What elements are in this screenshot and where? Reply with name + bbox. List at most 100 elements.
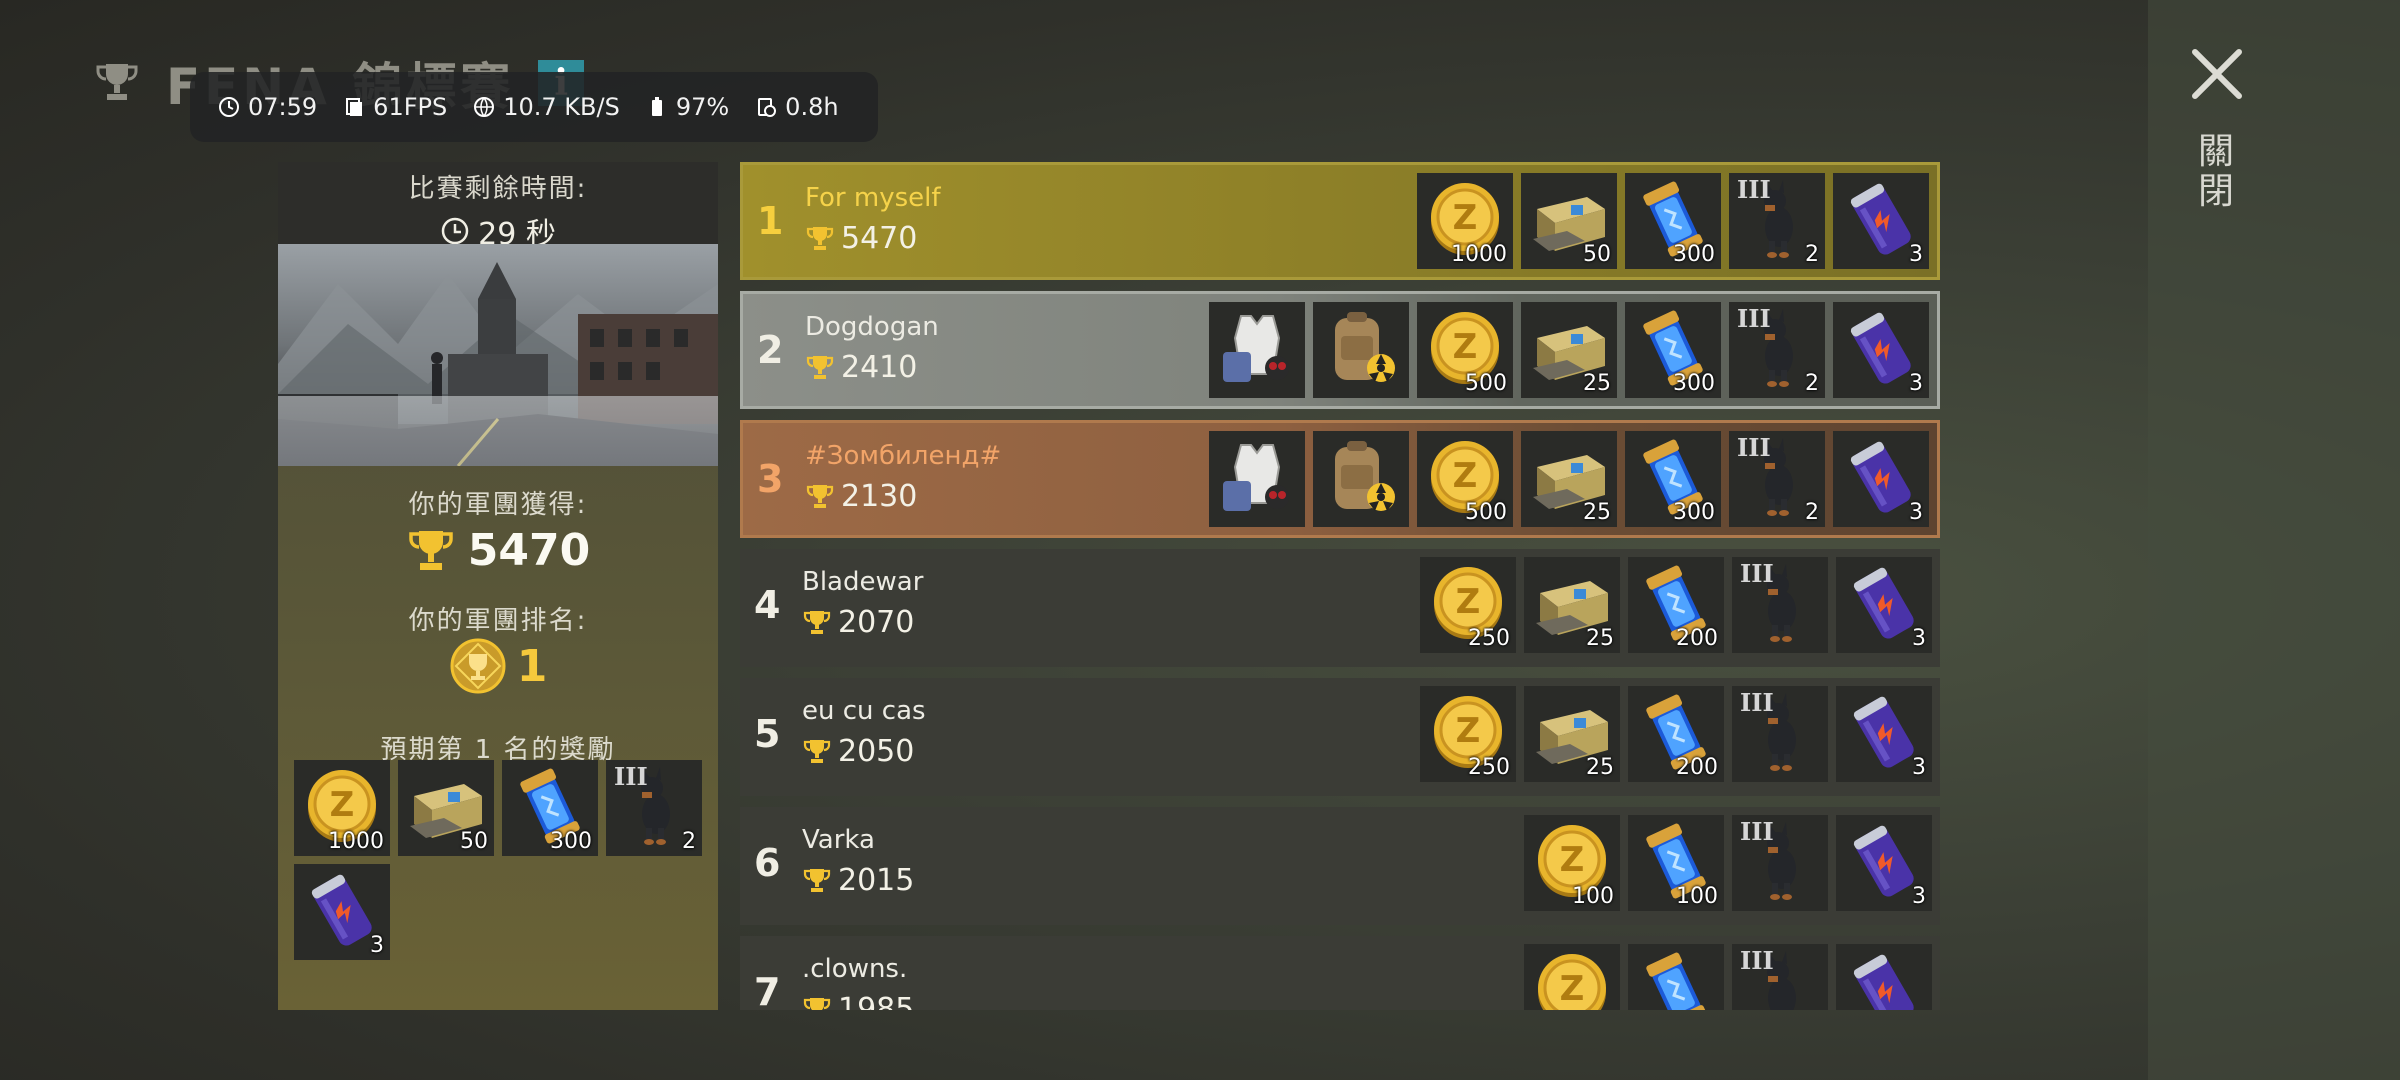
- gold-coin-icon: Z: [1538, 954, 1606, 1010]
- expected-reward-grid: Z 1000 50 300 III 2 3: [294, 760, 704, 960]
- legion-name: Dogdogan: [805, 312, 939, 342]
- reward-quantity: 100: [1572, 884, 1614, 909]
- reward-item[interactable]: [1628, 944, 1724, 1010]
- reward-item[interactable]: 25: [1521, 302, 1617, 398]
- legion-name: Varka: [802, 825, 875, 855]
- reward-item[interactable]: Z 500: [1417, 431, 1513, 527]
- reward-item[interactable]: 50: [1521, 173, 1617, 269]
- army-rank: 1: [278, 637, 718, 695]
- reward-item[interactable]: 3: [1836, 686, 1932, 782]
- legion-score-value: 5470: [841, 221, 918, 256]
- reward-item[interactable]: [1209, 431, 1305, 527]
- row-reward-list: Z 1000 50 300 III 2 3: [1417, 173, 1929, 269]
- reward-quantity: 3: [1912, 626, 1926, 651]
- reward-item[interactable]: Z 250: [1420, 557, 1516, 653]
- reward-item[interactable]: 3: [1833, 173, 1929, 269]
- row-reward-list: Z 100 100 III 3: [1524, 815, 1932, 911]
- legion-score: 1985: [802, 992, 914, 1010]
- reward-item[interactable]: III 2: [1729, 173, 1825, 269]
- reward-quantity: 50: [1583, 242, 1611, 267]
- reward-item[interactable]: [1836, 944, 1932, 1010]
- leaderboard-row[interactable]: 2 Dogdogan 2410 Z 500 25 300 III 2 3: [740, 291, 1940, 409]
- legion-score: 2050: [802, 734, 914, 769]
- reward-item[interactable]: 300: [1625, 173, 1721, 269]
- reward-quantity: 1000: [1451, 242, 1507, 267]
- reward-item[interactable]: 3: [294, 864, 390, 960]
- legion-score-value: 2015: [838, 863, 915, 898]
- rank-number: 4: [754, 583, 781, 627]
- clock-icon: [441, 217, 469, 245]
- svg-text:Z: Z: [1456, 582, 1481, 622]
- reward-item[interactable]: Z 100: [1524, 815, 1620, 911]
- battery-stat: 97%: [646, 93, 729, 121]
- reward-item[interactable]: III: [1732, 944, 1828, 1010]
- reward-quantity: 500: [1465, 500, 1507, 525]
- trophy-icon: [803, 739, 831, 763]
- tier-label: III: [614, 762, 648, 791]
- reward-item[interactable]: 300: [1625, 302, 1721, 398]
- reward-item[interactable]: III 2: [1729, 431, 1825, 527]
- reward-item[interactable]: 25: [1524, 557, 1620, 653]
- reward-item[interactable]: 25: [1524, 686, 1620, 782]
- reward-quantity: 2: [682, 829, 696, 854]
- reward-item[interactable]: Z 1000: [1417, 173, 1513, 269]
- svg-text:Z: Z: [1453, 198, 1478, 238]
- trophy-icon: [803, 868, 831, 892]
- reward-item[interactable]: 25: [1521, 431, 1617, 527]
- reward-item[interactable]: Z: [1524, 944, 1620, 1010]
- reward-item[interactable]: 3: [1836, 815, 1932, 911]
- backpack-icon: [1335, 441, 1395, 511]
- usage-value: 0.8h: [785, 93, 839, 121]
- close-button-label[interactable]: 關閉: [2196, 132, 2236, 212]
- leaderboard-row[interactable]: 1 For myself 5470 Z 1000 50 300 III 2 3: [740, 162, 1940, 280]
- reward-item[interactable]: 3: [1833, 302, 1929, 398]
- tier-label: III: [1737, 304, 1771, 333]
- reward-item[interactable]: [1313, 302, 1409, 398]
- army-earned-label: 你的軍團獲得:: [408, 490, 588, 520]
- legion-score-value: 2070: [838, 605, 915, 640]
- legion-name: #Зомбиленд#: [805, 441, 1002, 471]
- battery-icon: [651, 97, 662, 116]
- leaderboard-row[interactable]: 3 #Зомбиленд# 2130 Z 500 25 300 III 2 3: [740, 420, 1940, 538]
- legion-score: 5470: [805, 221, 917, 256]
- reward-item[interactable]: III: [1732, 557, 1828, 653]
- leaderboard[interactable]: 1 For myself 5470 Z 1000 50 300 III 2 3 2 Dogdogan 2…: [740, 162, 1940, 1010]
- reward-quantity: 25: [1583, 500, 1611, 525]
- reward-item[interactable]: III: [1732, 815, 1828, 911]
- reward-item[interactable]: III: [1732, 686, 1828, 782]
- reward-item[interactable]: III 2: [606, 760, 702, 856]
- reward-item[interactable]: [1313, 431, 1409, 527]
- reward-quantity: 25: [1586, 755, 1614, 780]
- usage-stat: 0.8h: [755, 93, 839, 121]
- reward-item[interactable]: Z 1000: [294, 760, 390, 856]
- leaderboard-row[interactable]: 5 eu cu cas 2050 Z 250 25 200 III 3: [740, 678, 1940, 796]
- reward-item[interactable]: 200: [1628, 557, 1724, 653]
- leaderboard-row[interactable]: 4 Bladewar 2070 Z 250 25 200 III 3: [740, 549, 1940, 667]
- reward-quantity: 250: [1468, 626, 1510, 651]
- reward-quantity: 300: [1673, 242, 1715, 267]
- network-stat: 10.7 KB/S: [473, 93, 620, 121]
- army-earned-value: 5470: [467, 525, 591, 576]
- legion-score-value: 2050: [838, 734, 915, 769]
- reward-item[interactable]: Z 500: [1417, 302, 1513, 398]
- reward-item[interactable]: 50: [398, 760, 494, 856]
- leaderboard-row[interactable]: 7 .clowns. 1985 Z III: [740, 936, 1940, 1010]
- tier-label: III: [1740, 946, 1774, 975]
- remaining-time-label: 比賽剩餘時間:: [408, 174, 588, 204]
- reward-quantity: 250: [1468, 755, 1510, 780]
- reward-item[interactable]: 3: [1836, 557, 1932, 653]
- reward-item[interactable]: Z 250: [1420, 686, 1516, 782]
- reward-item[interactable]: 3: [1833, 431, 1929, 527]
- leaderboard-row[interactable]: 6 Varka 2015 Z 100 100 III 3: [740, 807, 1940, 925]
- reward-item[interactable]: 200: [1628, 686, 1724, 782]
- legion-score-value: 1985: [838, 992, 915, 1010]
- tournament-banner-image: [278, 244, 718, 466]
- reward-item[interactable]: 100: [1628, 815, 1724, 911]
- close-icon[interactable]: [2185, 42, 2249, 106]
- reward-item[interactable]: 300: [502, 760, 598, 856]
- reward-item[interactable]: [1209, 302, 1305, 398]
- fps-stat: 61FPS: [343, 93, 447, 121]
- reward-item[interactable]: 300: [1625, 431, 1721, 527]
- reward-item[interactable]: III 2: [1729, 302, 1825, 398]
- reward-quantity: 500: [1465, 371, 1507, 396]
